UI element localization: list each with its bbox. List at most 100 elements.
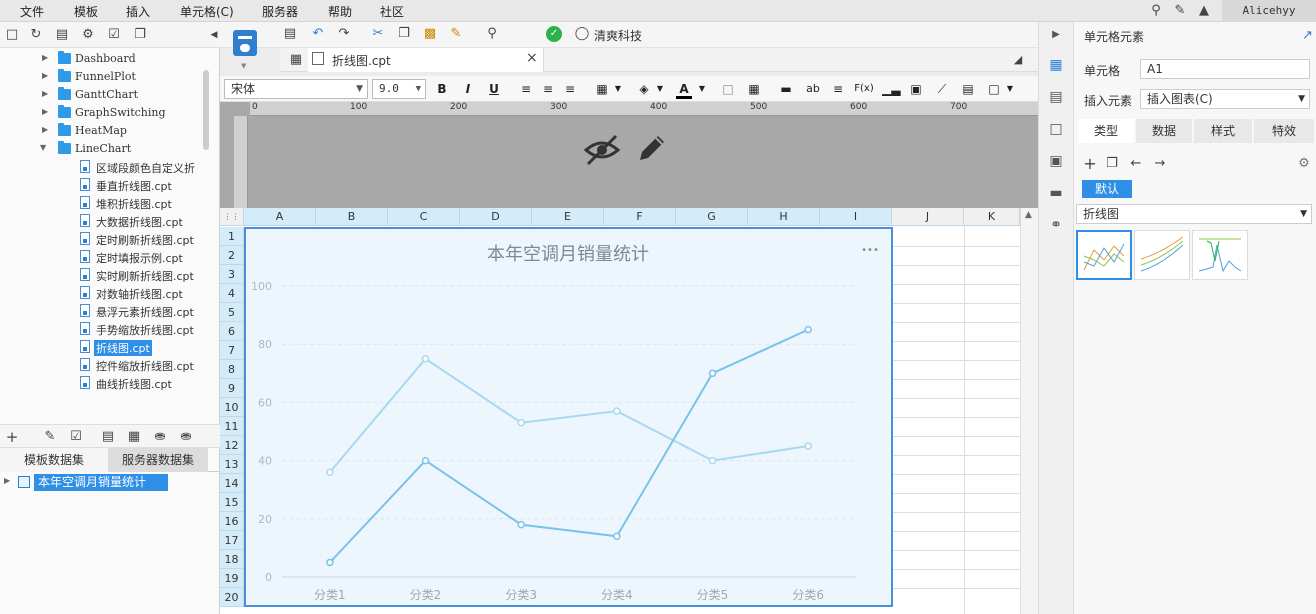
row-header[interactable]: 10 — [220, 398, 244, 417]
widget-icon[interactable]: □ — [986, 81, 1002, 97]
underline-button[interactable]: U — [486, 81, 502, 97]
align-right-icon[interactable]: ≡ — [562, 81, 578, 97]
chevron-right-icon[interactable]: ▶ — [42, 125, 48, 134]
refresh-icon[interactable]: ↻ — [28, 27, 44, 43]
tree-file[interactable]: 实时刷新折线图.cpt — [0, 266, 210, 284]
parameter-design-area[interactable]: 0 100 200 300 400 500 600 700 — [220, 102, 1038, 212]
check-icon[interactable]: ✓ — [546, 26, 562, 42]
row-header[interactable]: 16 — [220, 512, 244, 531]
new-file-icon[interactable]: □ — [4, 27, 20, 43]
cut-icon[interactable]: ✂ — [370, 26, 386, 42]
tree-file[interactable]: 手势缩放折线图.cpt — [0, 320, 210, 338]
tree-file[interactable]: 定时填报示例.cpt — [0, 248, 210, 266]
chevron-right-icon[interactable]: ▶ — [42, 89, 48, 98]
copy-icon[interactable]: ❐ — [396, 26, 412, 42]
tree-file[interactable]: 垂直折线图.cpt — [0, 176, 210, 194]
row-header[interactable]: 8 — [220, 360, 244, 379]
border-icon[interactable]: ▦ — [594, 81, 610, 97]
settings-file-icon[interactable]: ⚙ — [80, 27, 96, 43]
column-header[interactable]: H — [748, 208, 820, 226]
vertical-scrollbar[interactable]: ▲ — [1020, 208, 1038, 614]
tab-template-dataset[interactable]: 模板数据集 — [0, 448, 108, 472]
row-header[interactable]: 20 — [220, 588, 244, 607]
user-name[interactable]: Alicehyy — [1222, 0, 1316, 22]
menu-insert[interactable]: 插入 — [126, 3, 150, 20]
menu-server[interactable]: 服务器 — [262, 3, 298, 20]
bold-button[interactable]: B — [434, 81, 450, 97]
sub-report-icon[interactable]: ▤ — [960, 81, 976, 97]
align-left-icon[interactable]: ≡ — [518, 81, 534, 97]
row-header[interactable]: 13 — [220, 455, 244, 474]
tree-folder-expanded[interactable]: ▼ LineChart — [0, 140, 210, 158]
row-header[interactable]: 14 — [220, 474, 244, 493]
gear-icon[interactable]: ⚙ — [1296, 156, 1312, 172]
tab-server-dataset[interactable]: 服务器数据集 — [108, 448, 208, 472]
tree-file[interactable]: 定时刷新折线图.cpt — [0, 230, 210, 248]
line-chart[interactable]: 本年空调月销量统计 ••• 020406080100 分类1 分类2 分类3 分类4 分… — [246, 229, 891, 605]
brand-label[interactable]: 清爽科技 — [594, 27, 642, 44]
tab-file[interactable]: 折线图.cpt × — [308, 48, 544, 72]
merge-cells-icon[interactable]: □ — [720, 81, 736, 97]
row-header[interactable]: 19 — [220, 569, 244, 588]
open-folder-icon[interactable]: ▤ — [54, 27, 70, 43]
row-header[interactable]: 3 — [220, 265, 244, 284]
eye-hidden-icon[interactable] — [582, 130, 622, 170]
edit-icon[interactable]: ✎ — [42, 429, 58, 445]
column-header[interactable]: I — [820, 208, 892, 226]
chart-style-thumbnail[interactable] — [1192, 230, 1248, 280]
italic-button[interactable]: I — [460, 81, 476, 97]
cell-attribute-icon[interactable]: ▤ — [1047, 88, 1065, 106]
tab-style[interactable]: 样式 — [1194, 119, 1252, 143]
tree-folder[interactable]: ▶ GanttChart — [0, 86, 210, 104]
database-remove-icon[interactable]: ⛂ — [178, 429, 194, 445]
copy-icon[interactable]: ❐ — [1104, 156, 1120, 172]
chart-menu-icon[interactable]: ••• — [861, 245, 879, 256]
preview-icon[interactable]: ▤ — [100, 429, 116, 445]
undo-icon[interactable]: ↶ — [310, 26, 326, 42]
paragraph-icon[interactable]: ≡ — [830, 81, 846, 97]
widget-settings-icon[interactable]: ▣ — [1047, 152, 1065, 170]
database-icon[interactable]: ⛂ — [152, 429, 168, 445]
chevron-down-icon[interactable]: ▼ — [1002, 81, 1018, 97]
cell-name-input[interactable]: A1 — [1140, 59, 1310, 79]
chevron-up-icon[interactable]: ▲ — [1025, 210, 1032, 220]
preview-search-icon[interactable]: ⚲ — [484, 26, 500, 42]
tree-folder[interactable]: ▶ HeatMap — [0, 122, 210, 140]
tab-type[interactable]: 类型 — [1078, 119, 1134, 143]
insert-element-select[interactable]: 插入图表(C) ▼ — [1140, 89, 1310, 109]
tab-data[interactable]: 数据 — [1136, 119, 1192, 143]
arrow-left-icon[interactable]: ← — [1128, 156, 1144, 172]
float-element-icon[interactable]: □ — [1047, 120, 1065, 138]
menu-community[interactable]: 社区 — [380, 3, 404, 20]
row-header[interactable]: 1 — [220, 227, 244, 246]
expand-icon[interactable]: ↗ — [1302, 28, 1313, 43]
tree-file[interactable]: 区域段颜色自定义折 — [0, 158, 210, 176]
pencil-icon[interactable] — [634, 130, 670, 166]
row-header[interactable]: 6 — [220, 322, 244, 341]
chart-style-thumbnail[interactable] — [1134, 230, 1190, 280]
tree-folder[interactable]: ▶ GraphSwitching — [0, 104, 210, 122]
bell-icon[interactable]: ▲ — [1196, 3, 1212, 19]
menu-file[interactable]: 文件 — [20, 3, 44, 20]
chevron-right-icon[interactable]: ▶ — [1047, 26, 1065, 44]
hyperlink-icon[interactable]: ⚭ — [1047, 216, 1065, 234]
chevron-right-icon[interactable]: ▶ — [42, 107, 48, 116]
chart-style-thumbnail[interactable] — [1076, 230, 1132, 280]
column-header[interactable]: C — [388, 208, 460, 226]
chevron-down-icon[interactable]: ▼ — [610, 81, 626, 97]
save-icon[interactable]: ▤ — [282, 26, 298, 42]
tree-folder[interactable]: ▶ Dashboard — [0, 50, 210, 68]
search-icon[interactable]: ⚲ — [1148, 3, 1164, 19]
dataset-edit-icon[interactable]: ▦ — [126, 429, 142, 445]
add-icon[interactable]: + — [1082, 156, 1098, 172]
tree-file[interactable]: 曲线折线图.cpt — [0, 374, 210, 392]
edit-note-icon[interactable]: ✎ — [1172, 3, 1188, 19]
chevron-down-icon[interactable]: ▼ — [241, 62, 246, 70]
chart-element[interactable]: 本年空调月销量统计 ••• 0 20 40 60 80 100 分类1 分类2 分类3 分类4 分… — [244, 227, 893, 607]
image-icon[interactable]: ▣ — [908, 81, 924, 97]
column-header[interactable]: F — [604, 208, 676, 226]
row-header[interactable]: 17 — [220, 531, 244, 550]
row-header[interactable]: 4 — [220, 284, 244, 303]
row-header[interactable]: 12 — [220, 436, 244, 455]
row-header[interactable]: 9 — [220, 379, 244, 398]
